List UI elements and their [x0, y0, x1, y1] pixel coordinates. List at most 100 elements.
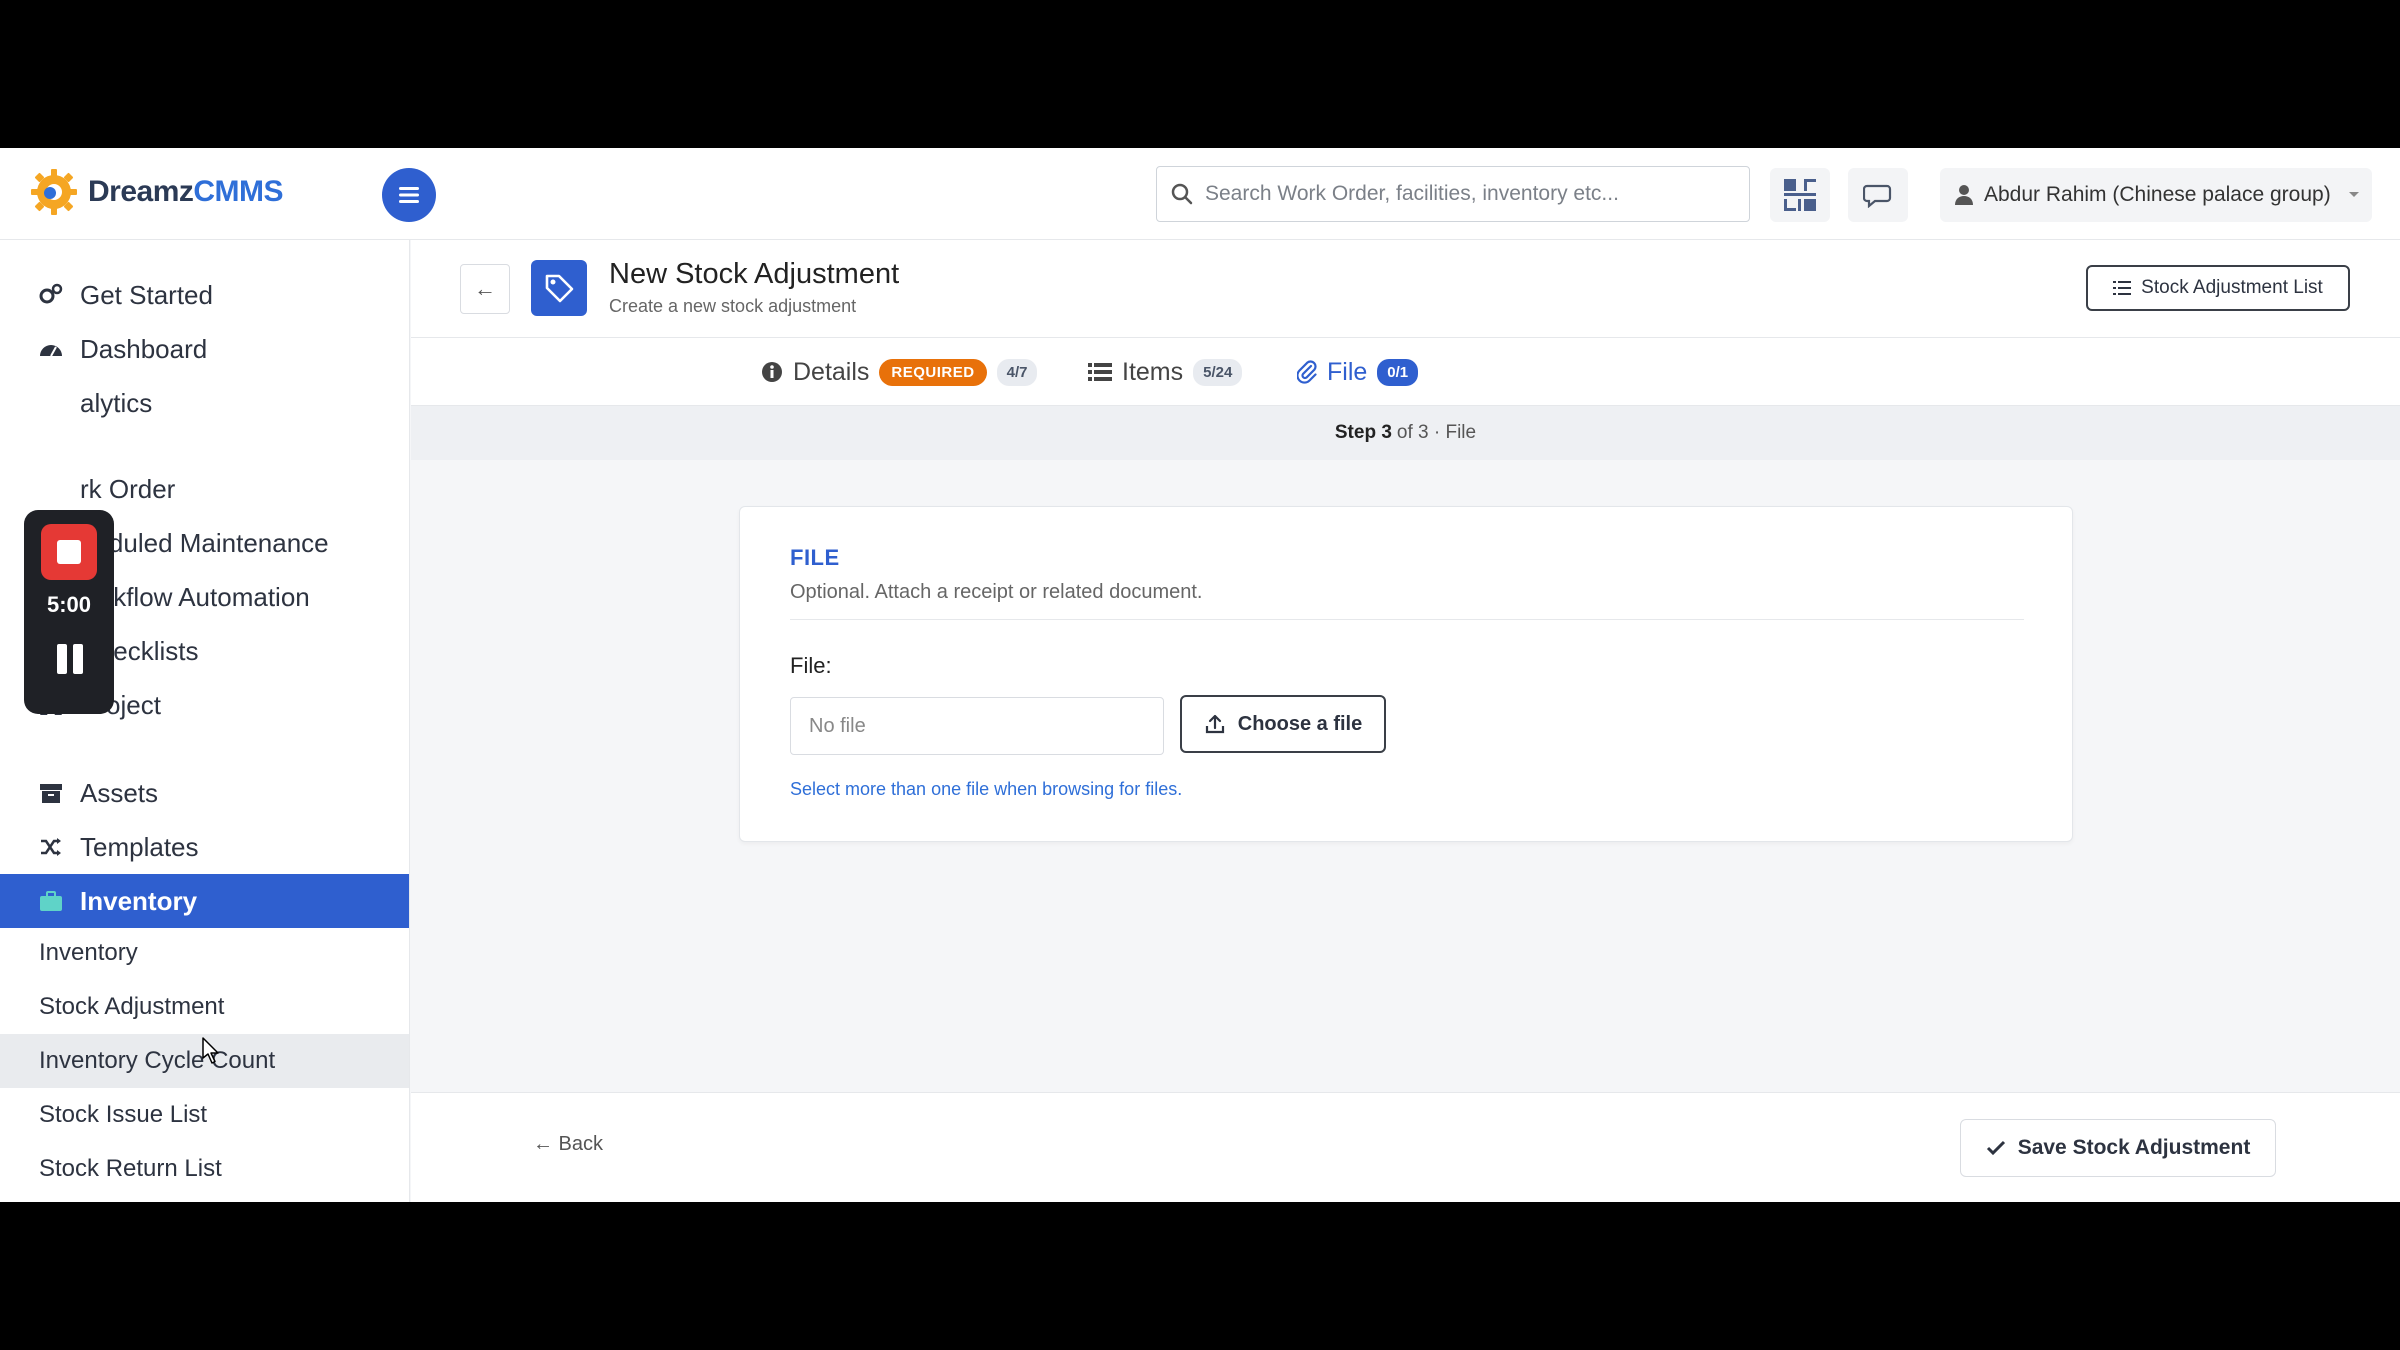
- sidebar-item-label: Assets: [80, 777, 159, 808]
- upload-icon: [1205, 714, 1224, 734]
- step-total: of 3 · File: [1396, 422, 1477, 443]
- global-search[interactable]: [1156, 166, 1750, 222]
- sidebar-subitem-label: Stock Adjustment: [39, 993, 225, 1020]
- step-current: Step 3: [1334, 422, 1392, 443]
- sidebar-subitem-label: Stock Issue List: [39, 1101, 208, 1128]
- stock-adjustment-list-button[interactable]: Stock Adjustment List: [2086, 265, 2350, 311]
- page-header: ← New Stock Adjustment Create a new stoc…: [411, 240, 2400, 338]
- recording-timer: 5:00: [46, 592, 92, 617]
- list-icon: [2113, 281, 2132, 295]
- menu-toggle-button[interactable]: [382, 168, 436, 222]
- sidebar-subitem-stock-adjustment[interactable]: Stock Adjustment: [0, 980, 409, 1034]
- sidebar-item-label: Get Started: [80, 279, 213, 310]
- step-indicator: Step 3 of 3 · File: [411, 406, 2400, 460]
- main-content: ← New Stock Adjustment Create a new stoc…: [411, 240, 2400, 1202]
- sidebar-item-label: rk Order: [80, 473, 176, 504]
- sidebar-subitem-stock-return-list[interactable]: Stock Return List: [0, 1142, 409, 1196]
- file-card: FILE Optional. Attach a receipt or relat…: [739, 506, 2073, 842]
- check-icon: [1986, 1140, 2005, 1156]
- choose-file-label: Choose a file: [1237, 712, 1363, 735]
- tab-label: Items: [1122, 357, 1184, 386]
- search-icon: [1171, 183, 1193, 205]
- save-stock-adjustment-button[interactable]: Save Stock Adjustment: [1960, 1119, 2276, 1177]
- arrow-left-icon: ←: [474, 276, 496, 301]
- sidebar-item-inventory[interactable]: Inventory: [0, 874, 409, 928]
- card-title: FILE: [790, 545, 840, 570]
- pause-icon: [57, 644, 67, 674]
- sidebar-item-label: heduled Maintenance: [80, 527, 329, 558]
- info-icon: [762, 362, 782, 382]
- sidebar-subitem-inventory[interactable]: Inventory: [0, 926, 409, 980]
- shuffle-icon: [38, 834, 64, 860]
- wizard-tabs: Details REQUIRED 4/7 Items 5/24 File 0/1: [411, 338, 2400, 406]
- page-title: New Stock Adjustment: [609, 258, 900, 290]
- messages-button[interactable]: [1848, 168, 1908, 222]
- letterbox-bottom: [0, 1202, 2400, 1350]
- user-icon: [1955, 185, 1973, 205]
- back-link[interactable]: ← Back: [533, 1133, 603, 1156]
- sidebar-subitem-label: Stock Return List: [39, 1155, 222, 1182]
- tab-count-badge: 4/7: [996, 358, 1038, 386]
- sidebar-item-label: Inventory: [80, 885, 198, 916]
- sidebar-item-analytics[interactable]: alytics: [0, 376, 409, 430]
- sidebar-item-label: Templates: [80, 831, 199, 862]
- sidebar-subitem-stock-issue-list[interactable]: Stock Issue List: [0, 1088, 409, 1142]
- work-order-icon: [38, 476, 64, 502]
- file-hint: Select more than one file when browsing …: [790, 779, 1183, 799]
- record-pause-button[interactable]: [57, 644, 83, 674]
- dashboard-icon: [38, 336, 64, 362]
- cogs-icon: [38, 282, 64, 308]
- briefcase-icon: [38, 888, 64, 914]
- analytics-icon: [38, 390, 64, 416]
- choose-file-button[interactable]: Choose a file: [1180, 695, 1386, 753]
- sidebar-subitem-label: Inventory: [39, 939, 138, 966]
- logo-text: DreamzCMMS: [88, 175, 284, 208]
- sidebar-subitem-label: Inventory Cycle Count: [39, 1047, 276, 1074]
- file-name-field[interactable]: No file: [790, 697, 1164, 755]
- tab-count-badge: 0/1: [1377, 358, 1419, 386]
- app-window: DreamzCMMS Search Work Order, facilities…: [0, 148, 2400, 1202]
- file-field-label: File:: [790, 653, 832, 678]
- tag-icon: [545, 274, 574, 303]
- screen-recorder-widget: 5:00: [24, 510, 114, 714]
- user-name: Abdur Rahim (Chinese palace group): [1984, 183, 2331, 206]
- record-stop-button[interactable]: [41, 524, 97, 580]
- top-header: DreamzCMMS Search Work Order, facilities…: [0, 148, 2400, 240]
- mouse-cursor-icon: [202, 1037, 219, 1064]
- page-subtitle: Create a new stock adjustment: [609, 296, 857, 316]
- sidebar-item-assets[interactable]: Assets: [0, 766, 409, 820]
- required-badge: REQUIRED: [879, 358, 987, 386]
- tab-file[interactable]: File 0/1: [1297, 338, 1419, 406]
- hamburger-icon: [399, 187, 419, 203]
- search-input[interactable]: [1205, 182, 1725, 206]
- tab-label: File: [1327, 357, 1368, 386]
- tab-items[interactable]: Items 5/24: [1088, 338, 1243, 406]
- user-menu[interactable]: Abdur Rahim (Chinese palace group): [1940, 168, 2372, 222]
- back-button[interactable]: ←: [460, 264, 510, 314]
- file-name-value: No file: [809, 714, 866, 737]
- divider: [790, 619, 2024, 620]
- sidebar-item-work-order[interactable]: rk Order: [0, 462, 409, 516]
- list-button-label: Stock Adjustment List: [2141, 277, 2323, 298]
- paperclip-icon: [1297, 360, 1317, 384]
- form-footer: ← Back Save Stock Adjustment: [411, 1092, 2400, 1202]
- tab-details[interactable]: Details REQUIRED 4/7: [761, 338, 1038, 406]
- sidebar-item-templates[interactable]: Templates: [0, 820, 409, 874]
- letterbox-top: [0, 0, 2400, 148]
- stop-icon: [57, 540, 81, 564]
- qr-scan-icon: [1784, 179, 1816, 211]
- sidebar-item-label: alytics: [80, 387, 153, 418]
- scan-button[interactable]: [1770, 168, 1830, 222]
- app-logo[interactable]: DreamzCMMS: [28, 164, 284, 220]
- save-button-label: Save Stock Adjustment: [2017, 1136, 2251, 1159]
- card-description: Optional. Attach a receipt or related do…: [790, 581, 1203, 603]
- tab-count-badge: 5/24: [1193, 358, 1243, 386]
- logo-gear-icon: [28, 166, 80, 218]
- chevron-down-icon: [2348, 192, 2359, 197]
- sidebar-item-dashboard[interactable]: Dashboard: [0, 322, 409, 376]
- sidebar-item-label: Dashboard: [80, 333, 208, 364]
- archive-icon: [38, 780, 64, 806]
- chat-icon: [1863, 184, 1892, 208]
- tab-label: Details: [793, 357, 870, 386]
- sidebar-item-get-started[interactable]: Get Started: [0, 268, 409, 322]
